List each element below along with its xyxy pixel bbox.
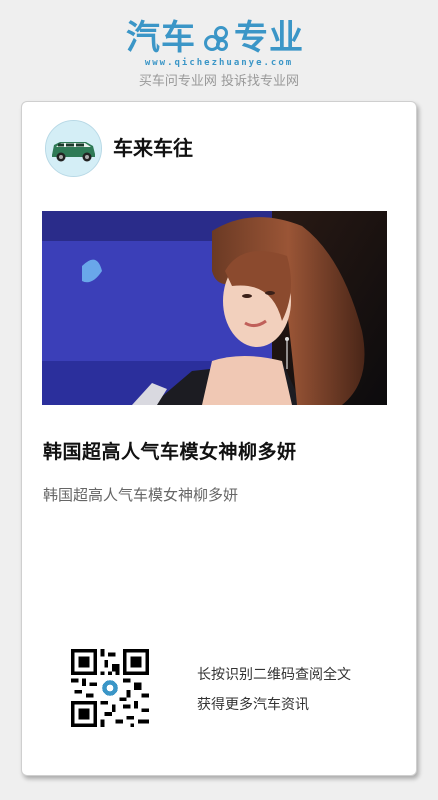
- logo-text-right: 专业: [234, 18, 304, 58]
- qr-code-icon: [71, 649, 149, 727]
- qr-instruction: 长按识别二维码查阅全文: [197, 667, 351, 683]
- gear-icon: [202, 25, 228, 51]
- logo-text-left: 汽车: [126, 18, 196, 58]
- qr-code[interactable]: [71, 649, 149, 727]
- article-title[interactable]: 韩国超高人气车模女神柳多妍: [43, 437, 297, 464]
- site-logo[interactable]: 汽车 专业: [126, 18, 316, 58]
- tagline: 买车问专业网 投诉找专业网: [138, 74, 300, 89]
- photo-icon: [42, 211, 387, 405]
- car-icon: [46, 121, 101, 176]
- logo-url: www.qichezhuanye.com: [144, 58, 294, 68]
- article-description: 韩国超高人气车模女神柳多妍: [43, 486, 239, 504]
- share-card: 车来车往 韩国超高人气车模女神柳多妍 韩国超高人气车模女神柳多妍 长按识别二维码…: [21, 101, 417, 776]
- qr-subtext: 获得更多汽车资讯: [197, 697, 309, 713]
- site-header: 汽车 专业 www.qichezhuanye.com 买车问专业网 投诉找专业网: [0, 0, 438, 100]
- article-image[interactable]: [42, 211, 387, 405]
- avatar[interactable]: [45, 120, 102, 177]
- account-name[interactable]: 车来车往: [113, 132, 193, 161]
